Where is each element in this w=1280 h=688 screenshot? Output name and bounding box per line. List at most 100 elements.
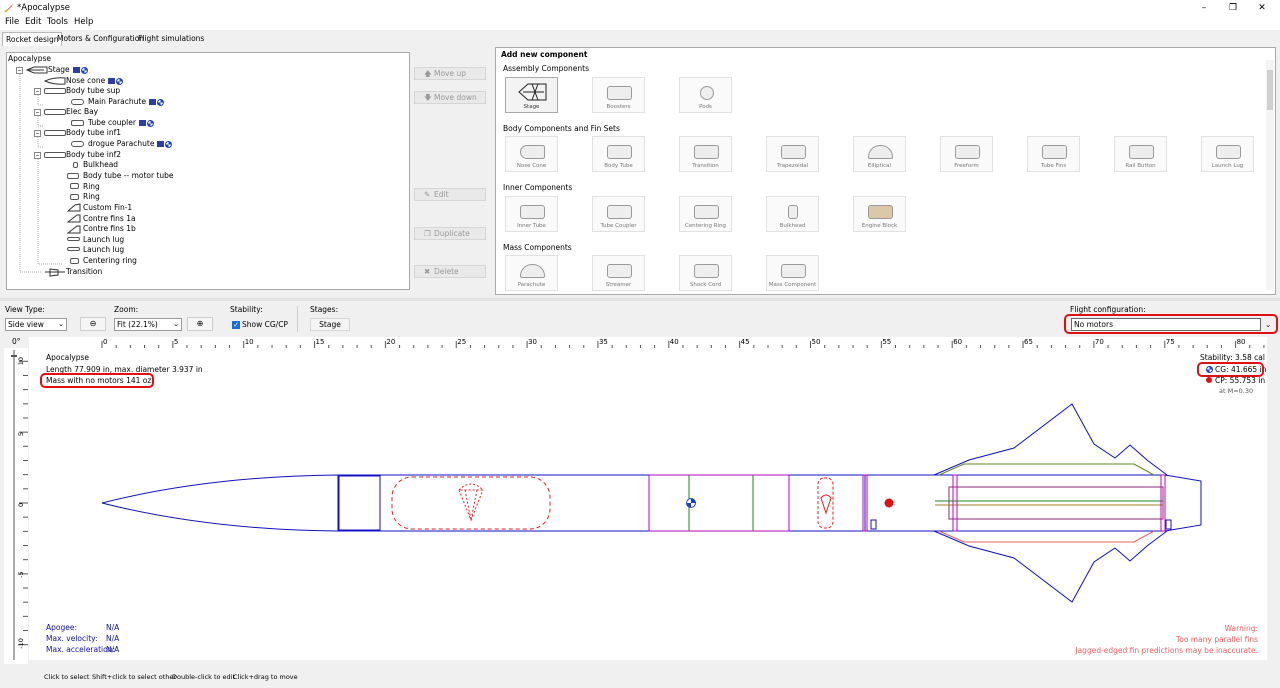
tree-item-ring-1[interactable]: Ring	[83, 182, 100, 192]
collapse-icon[interactable]: –	[16, 67, 23, 74]
rocket-figure-canvas[interactable]	[29, 348, 1267, 660]
component-centering-ring-button[interactable]: Centering Ring	[679, 196, 732, 232]
tree-item-tube-coupler[interactable]: Tube coupler	[88, 118, 154, 128]
component-freeform-button[interactable]: Freeform	[940, 136, 993, 172]
component-launch-lug-button[interactable]: Launch Lug	[1201, 136, 1254, 172]
v-ruler-label: 0	[17, 503, 25, 507]
rocket-drawing[interactable]	[29, 348, 1267, 660]
tree-item-launch-lug-2[interactable]: Launch lug	[83, 245, 124, 255]
component-bulkhead-button[interactable]: Bulkhead	[766, 196, 819, 232]
nose-cone-outline[interactable]	[101, 474, 340, 532]
tab-flight-simulations[interactable]: Flight simulations	[135, 32, 207, 46]
transition-outline[interactable]	[1164, 474, 1202, 532]
contre-fins-1a-outline[interactable]	[938, 463, 1155, 476]
component-trapezoidal-button[interactable]: Trapezoidal	[766, 136, 819, 172]
component-parachute-button[interactable]: Parachute	[505, 255, 558, 291]
component-tube-fins-button[interactable]: Tube Fins	[1027, 136, 1080, 172]
stages-label: Stages:	[310, 305, 339, 314]
component-stage-button[interactable]: Stage	[505, 77, 558, 113]
body-tube-inf2-outline[interactable]	[864, 474, 1166, 532]
tree-item-body-tube-inf2[interactable]: Body tube inf2	[66, 150, 121, 160]
duplicate-button[interactable]: ❐ Duplicate	[414, 227, 486, 240]
component-rail-button-button[interactable]: Rail Button	[1114, 136, 1167, 172]
minimize-icon[interactable]: –	[1198, 2, 1210, 14]
tree-item-contre-fins-1a[interactable]: Contre fins 1a	[83, 214, 136, 224]
tree-item-body-tube-sup[interactable]: Body tube sup	[66, 86, 120, 96]
cp-marker[interactable]	[884, 498, 894, 508]
component-nose-cone-button[interactable]: Nose Cone	[505, 136, 558, 172]
zoom-in-button[interactable]: ⊕	[187, 317, 213, 331]
tree-item-launch-lug-1[interactable]: Launch lug	[83, 235, 124, 245]
menu-file[interactable]: File	[5, 17, 19, 27]
collapse-icon[interactable]: –	[34, 109, 41, 116]
tree-item-ring-2[interactable]: Ring	[83, 192, 100, 202]
tube-coupler-outline[interactable]	[648, 474, 790, 532]
scrollbar-thumb[interactable]	[1267, 70, 1273, 110]
tree-item-contre-fins-1b[interactable]: Contre fins 1b	[83, 224, 136, 234]
launch-lug-1-outline[interactable]	[870, 519, 877, 530]
tree-item-elec-bay[interactable]: Elec Bay	[66, 107, 98, 117]
move-down-button[interactable]: 🡇 Move down	[414, 91, 486, 104]
bulkhead-outline[interactable]	[337, 475, 381, 531]
contre-fins-1b-outline[interactable]	[938, 530, 1155, 543]
vertical-ruler[interactable]: 10 5 0 -5 -10	[4, 348, 28, 664]
component-streamer-button[interactable]: Streamer	[592, 255, 645, 291]
move-up-button[interactable]: 🡅 Move up	[414, 67, 486, 80]
component-elliptical-button[interactable]: Elliptical	[853, 136, 906, 172]
tree-item-drogue-parachute[interactable]: drogue Parachute	[88, 139, 173, 149]
tree-item-body-tube-inf1[interactable]: Body tube inf1	[66, 128, 121, 138]
tree-item-custom-fin[interactable]: Custom Fin-1	[83, 203, 132, 213]
tab-motors-configuration[interactable]: Motors & Configuration	[54, 32, 147, 46]
component-transition-button[interactable]: Transition	[679, 136, 732, 172]
apogee-label: Apogee:	[46, 623, 77, 632]
component-engine-block-button[interactable]: Engine Block	[853, 196, 906, 232]
body-tube-inf1-outline[interactable]	[788, 474, 866, 532]
launch-lug-2-outline[interactable]	[1165, 519, 1172, 530]
delete-icon: ✖	[424, 267, 431, 276]
component-boosters-button[interactable]: Boosters	[592, 77, 645, 113]
view-type-select[interactable]: Side view ⌄	[5, 318, 67, 331]
tree-item-stage[interactable]: Stage	[48, 65, 88, 75]
collapse-icon[interactable]: –	[34, 130, 41, 137]
component-tree[interactable]: Apocalypse – Stage Nose cone – Body tube…	[6, 52, 410, 290]
cg-marker[interactable]	[686, 498, 696, 508]
edit-button[interactable]: ✎ Edit	[414, 188, 486, 201]
collapse-icon[interactable]: –	[34, 88, 41, 95]
motor-tube-outline[interactable]	[948, 486, 1164, 520]
tree-item-bulkhead[interactable]: Bulkhead	[83, 160, 118, 170]
close-icon[interactable]: ✕	[1256, 2, 1268, 14]
elec-bay-outline[interactable]	[648, 474, 790, 532]
body-tube-sup-outline[interactable]	[338, 474, 650, 532]
delete-button[interactable]: ✖ Delete	[414, 265, 486, 278]
menu-help[interactable]: Help	[74, 17, 93, 27]
menu-tools[interactable]: Tools	[47, 17, 68, 27]
component-mass-component-button[interactable]: Mass Component	[766, 255, 819, 291]
tree-item-centering-ring[interactable]: Centering ring	[83, 256, 137, 266]
mach-value: at M=0.30	[1219, 387, 1254, 395]
cg-override-icon	[116, 77, 124, 85]
tree-item-transition[interactable]: Transition	[66, 267, 102, 277]
component-body-tube-button[interactable]: Body Tube	[592, 136, 645, 172]
ring-2-outline[interactable]	[952, 474, 958, 532]
menu-edit[interactable]: Edit	[25, 17, 41, 27]
tree-root[interactable]: Apocalypse	[8, 54, 51, 64]
warning-box: Warning: Too many parallel fins Jagged-e…	[1075, 623, 1258, 656]
tree-item-motor-tube[interactable]: Body tube -- motor tube	[83, 171, 174, 181]
stage-toggle-button[interactable]: Stage	[310, 318, 350, 331]
cg-override-icon	[146, 119, 154, 127]
component-inner-tube-button[interactable]: Inner Tube	[505, 196, 558, 232]
component-tube-coupler-button[interactable]: Tube Coupler	[592, 196, 645, 232]
vertical-scrollbar[interactable]	[1266, 60, 1274, 290]
collapse-icon[interactable]: –	[34, 152, 41, 159]
tree-item-main-parachute[interactable]: Main Parachute	[88, 97, 164, 107]
maximize-icon[interactable]: ❐	[1227, 2, 1239, 14]
drogue-parachute-outline[interactable]	[817, 477, 834, 529]
ring-icon	[70, 194, 79, 200]
split-divider[interactable]	[0, 298, 1280, 301]
component-pods-button[interactable]: Pods	[679, 77, 732, 113]
component-shock-cord-button[interactable]: Shock Cord	[679, 255, 732, 291]
tree-item-nose-cone[interactable]: Nose cone	[66, 76, 124, 86]
zoom-out-button[interactable]: ⊖	[80, 317, 106, 331]
show-cgcp-checkbox[interactable]: ✓	[232, 321, 240, 329]
zoom-select[interactable]: Fit (22.1%) ⌄	[114, 318, 182, 331]
